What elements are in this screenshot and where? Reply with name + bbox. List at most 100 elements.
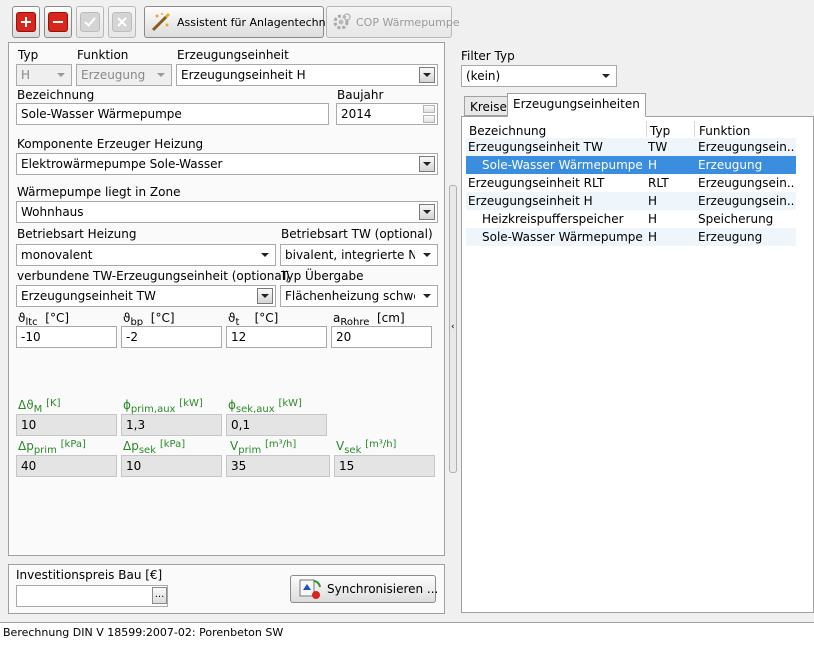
plus-icon — [16, 12, 36, 32]
chevron-down-icon — [53, 67, 69, 83]
betriebsart-tw-value: bivalent, integrierte Nac — [285, 248, 415, 262]
erzeugungseinheit-label: Erzeugungseinheit — [177, 48, 289, 62]
theta-ltc-label: ϑltc [°C] — [18, 311, 70, 328]
remove-button[interactable] — [44, 6, 72, 38]
row-funktion: Erzeugungsein... — [698, 176, 794, 190]
theta-bp-input[interactable]: -2 — [121, 326, 222, 348]
delta-p-sek-label: Δpsek [kPa] — [123, 439, 186, 456]
theta-t-input[interactable]: 12 — [226, 326, 327, 348]
chevron-down-icon — [598, 68, 614, 84]
table-row[interactable]: Erzeugungseinheit TW TW Erzeugungsein... — [466, 138, 796, 156]
row-typ: TW — [648, 140, 668, 154]
zone-value: Wohnhaus — [21, 205, 84, 219]
row-name: Erzeugungseinheit H — [468, 194, 593, 208]
row-typ: RLT — [648, 176, 669, 190]
filter-label: Filter Typ — [461, 49, 515, 63]
chevron-down-icon — [419, 288, 435, 304]
row-name: Heizkreispufferspeicher — [482, 212, 624, 226]
add-button[interactable] — [12, 6, 40, 38]
cop-button-label: COP Wärmepumpe — [356, 15, 460, 29]
delta-theta-m-field: 10 — [16, 414, 117, 436]
betriebsart-tw-select[interactable]: bivalent, integrierte Nac — [280, 244, 438, 266]
baujahr-label: Baujahr — [337, 88, 384, 102]
chevron-down-icon — [419, 247, 435, 263]
table-row[interactable]: Heizkreispufferspeicher H Speicherung — [466, 210, 796, 228]
tab-erzeugungseinheiten[interactable]: Erzeugungseinheiten — [507, 93, 646, 117]
uebergabe-label: Typ Übergabe — [281, 269, 364, 283]
uebergabe-select[interactable]: Flächenheizung schwer — [280, 285, 438, 307]
filter-value: (kein) — [466, 69, 501, 83]
invest-input[interactable] — [16, 585, 168, 607]
typ-value: H — [21, 68, 31, 82]
v-sek-label: Vsek [m³/h] — [336, 439, 397, 456]
baujahr-input[interactable]: 2014 — [336, 103, 438, 125]
x-icon — [112, 12, 132, 32]
a-rohre-label: aRohre [cm] — [333, 311, 405, 328]
a-rohre-input[interactable]: 20 — [331, 326, 432, 348]
v-sek-field: 15 — [334, 455, 435, 477]
accept-button[interactable] — [76, 6, 104, 38]
typ-label: Typ — [18, 48, 39, 62]
row-funktion: Erzeugungsein... — [698, 194, 794, 208]
bezeichnung-label: Bezeichnung — [17, 88, 95, 102]
row-name: Sole-Wasser Wärmepumpe — [482, 230, 643, 244]
funktion-label: Funktion — [77, 48, 129, 62]
tw-einheit-value: Erzeugungseinheit TW — [21, 289, 156, 303]
chevron-down-icon — [419, 67, 435, 83]
sync-button[interactable]: Synchronisieren ... — [290, 575, 438, 603]
komponente-label: Komponente Erzeuger Heizung — [17, 137, 204, 151]
column-header-funktion[interactable]: Funktion — [699, 124, 750, 138]
delta-theta-m-label: ΔϑM [K] — [18, 398, 61, 415]
bezeichnung-input[interactable]: Sole-Wasser Wärmepumpe — [16, 103, 329, 125]
sync-icon — [299, 578, 323, 600]
theta-bp-label: ϑbp [°C] — [123, 311, 175, 328]
table-row[interactable]: Erzeugungseinheit H H Erzeugungsein... — [466, 192, 796, 210]
erzeugungseinheit-select[interactable]: Erzeugungseinheit H — [176, 64, 438, 86]
filter-select[interactable]: (kein) — [461, 65, 617, 87]
table-row[interactable]: Erzeugungseinheit RLT RLT Erzeugungsein.… — [466, 174, 796, 192]
splitter-handle[interactable]: ‹ — [449, 185, 457, 473]
assistant-button[interactable]: Assistent für Anlagentechnik — [144, 6, 335, 38]
row-typ: H — [648, 212, 658, 226]
komponente-value: Elektrowärmepumpe Sole-Wasser — [21, 157, 223, 171]
tw-einheit-select[interactable]: Erzeugungseinheit TW — [16, 285, 276, 307]
phi-sek-aux-label: ϕsek,aux [kW] — [228, 398, 302, 415]
spinner-icon[interactable] — [423, 105, 435, 123]
funktion-select[interactable]: Erzeugung g — [76, 64, 172, 86]
row-typ: H — [648, 158, 658, 172]
tw-einheit-label: verbundene TW-Erzeugungseinheit (optiona… — [17, 269, 290, 283]
theta-ltc-input[interactable]: -10 — [16, 326, 117, 348]
table-row[interactable]: Sole-Wasser Wärmepumpe H Erzeugung — [466, 228, 796, 246]
betriebsart-heizung-select[interactable]: monovalent — [16, 244, 276, 266]
header-divider — [694, 121, 695, 137]
betriebsart-tw-label: Betriebsart TW (optional) — [281, 227, 433, 241]
row-funktion: Speicherung — [698, 212, 774, 226]
table-row[interactable]: Sole-Wasser Wärmepumpe H Erzeugung — [466, 156, 796, 174]
tab-kreise[interactable]: Kreise — [464, 96, 513, 116]
invest-browse-button[interactable]: ... — [152, 587, 167, 604]
status-text: Berechnung DIN V 18599:2007-02: Porenbet… — [3, 626, 284, 639]
status-bar: Berechnung DIN V 18599:2007-02: Porenbet… — [0, 622, 814, 668]
row-name: Erzeugungseinheit TW — [468, 140, 603, 154]
phi-prim-aux-field: 1,3 — [121, 414, 222, 436]
cancel-button[interactable] — [108, 6, 136, 38]
typ-select[interactable]: H — [16, 64, 72, 86]
phi-sek-aux-field: 0,1 — [226, 414, 327, 436]
row-typ: H — [648, 230, 658, 244]
chevron-down-icon — [419, 204, 435, 220]
delta-p-sek-field: 10 — [121, 455, 222, 477]
cop-button[interactable]: COP Wärmepumpe — [326, 6, 460, 38]
komponente-select[interactable]: Elektrowärmepumpe Sole-Wasser — [16, 153, 438, 175]
column-header-typ[interactable]: Typ — [650, 124, 670, 138]
column-header-bezeichnung[interactable]: Bezeichnung — [469, 124, 546, 138]
zone-select[interactable]: Wohnhaus — [16, 201, 438, 223]
zone-label: Wärmepumpe liegt in Zone — [17, 185, 181, 199]
erzeugungseinheit-value: Erzeugungseinheit H — [181, 68, 306, 82]
delta-p-prim-field: 40 — [16, 455, 117, 477]
assistant-button-label: Assistent für Anlagentechnik — [177, 15, 336, 29]
v-prim-field: 35 — [226, 455, 330, 477]
v-prim-label: Vprim [m³/h] — [230, 439, 297, 456]
check-icon — [80, 12, 100, 32]
phi-prim-aux-label: ϕprim,aux [kW] — [123, 398, 203, 415]
minus-icon — [48, 12, 68, 32]
